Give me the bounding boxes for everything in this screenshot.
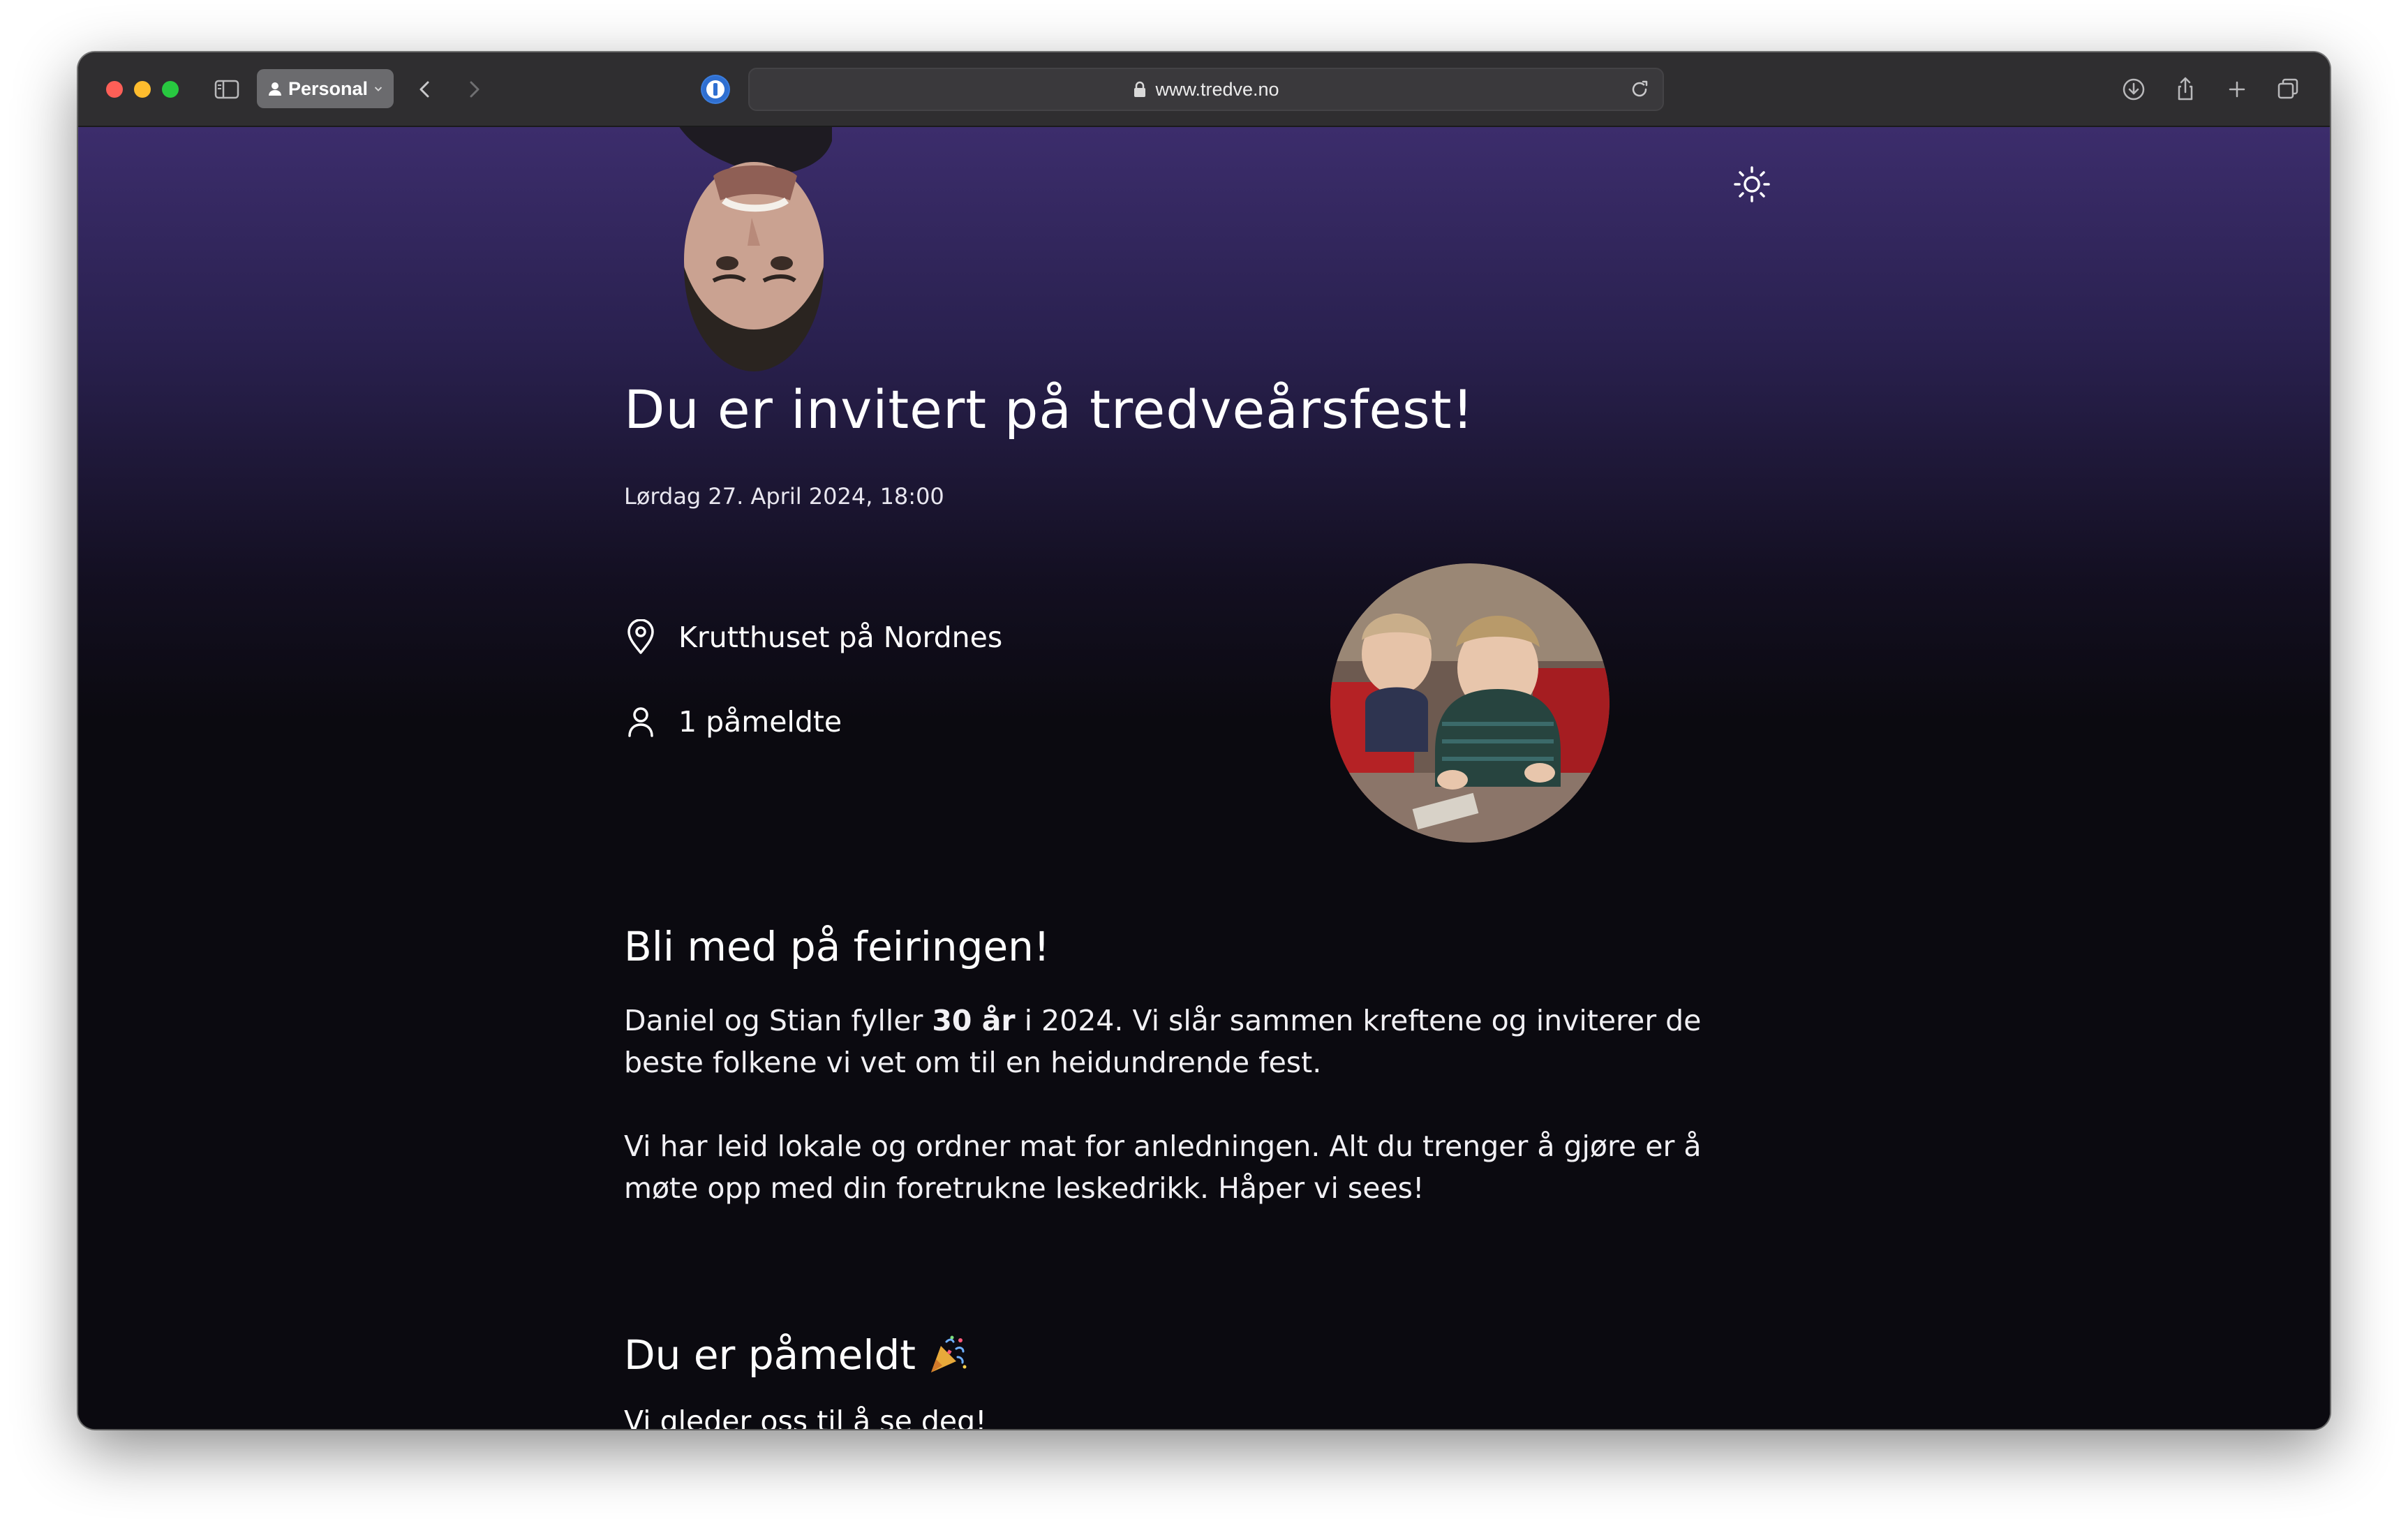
intro-text-start: Daniel og Stian fyller <box>624 1004 932 1037</box>
share-icon[interactable] <box>2169 73 2201 105</box>
page-title: Du er invitert på tredveårsfest! <box>624 378 1475 440</box>
close-window-button[interactable] <box>106 81 123 98</box>
password-manager-icon[interactable] <box>701 75 730 104</box>
intro-text-bold: 30 år <box>932 1004 1016 1037</box>
user-icon <box>628 707 653 737</box>
browser-toolbar: Personal www.tredve.no <box>78 52 2330 127</box>
address-bar[interactable]: www.tredve.no <box>748 68 1664 111</box>
attendees-row: 1 påmeldte <box>624 704 842 740</box>
reload-icon[interactable] <box>1628 77 1651 101</box>
url-text: www.tredve.no <box>1155 78 1279 100</box>
chevron-down-icon <box>374 87 382 91</box>
attendees-text: 1 påmeldte <box>678 705 842 739</box>
event-datetime: Lørdag 27. April 2024, 18:00 <box>624 483 944 510</box>
profile-label: Personal <box>288 77 369 99</box>
new-tab-icon[interactable] <box>2221 73 2253 105</box>
celebration-heading: Bli med på feiringen! <box>624 923 1050 970</box>
location-row: Krutthuset på Nordnes <box>624 619 1002 656</box>
page-content: Du er invitert på tredveårsfest! Lørdag … <box>78 127 2330 1429</box>
profile-button[interactable]: Personal <box>257 69 394 108</box>
party-popper-icon <box>931 1335 967 1372</box>
sidebar-toggle-icon[interactable] <box>211 73 243 105</box>
minimize-window-button[interactable] <box>134 81 151 98</box>
host-photo <box>679 127 832 371</box>
registered-heading-text: Du er påmeldt <box>624 1331 916 1379</box>
location-text: Krutthuset på Nordnes <box>678 621 1003 654</box>
lock-icon <box>1134 81 1146 97</box>
zoom-window-button[interactable] <box>162 81 179 98</box>
map-pin-icon <box>627 619 654 654</box>
tab-overview-icon[interactable] <box>2273 73 2305 105</box>
sun-icon[interactable] <box>1731 163 1773 205</box>
forward-icon[interactable] <box>458 73 490 105</box>
registered-heading: Du er påmeldt <box>624 1331 969 1379</box>
downloads-icon[interactable] <box>2118 73 2150 105</box>
childhood-photo <box>1330 563 1610 843</box>
registered-subtext: Vi gleder oss til å se deg! <box>624 1405 987 1429</box>
back-icon[interactable] <box>409 73 441 105</box>
intro-paragraph: Daniel og Stian fyller 30 år i 2024. Vi … <box>624 1000 1776 1083</box>
browser-window: Personal www.tredve.no Du er invitert på… <box>78 52 2330 1429</box>
details-paragraph: Vi har leid lokale og ordner mat for anl… <box>624 1130 1702 1205</box>
person-icon <box>268 82 281 96</box>
